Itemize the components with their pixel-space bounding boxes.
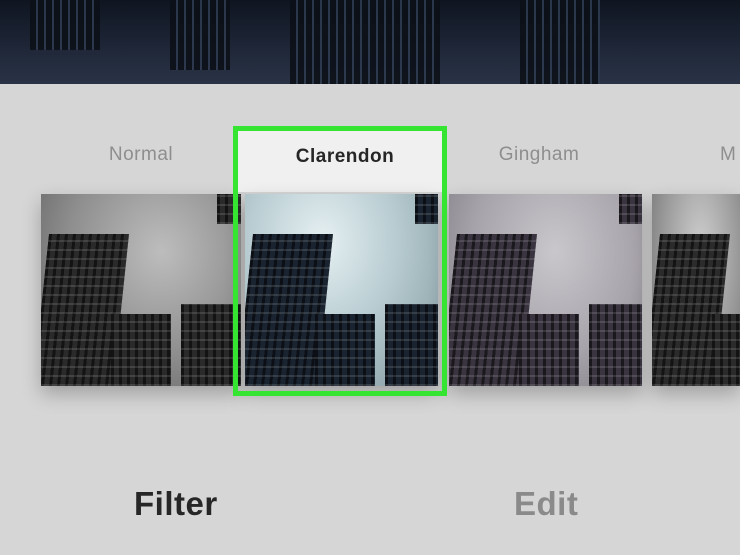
thumbnail-building: [415, 194, 438, 224]
thumbnail-building: [181, 304, 241, 386]
filter-partial[interactable]: M: [652, 84, 740, 386]
filter-thumbnail[interactable]: [41, 194, 241, 386]
photo-preview: [0, 0, 740, 84]
thumbnail-building: [385, 304, 438, 386]
filter-thumbnail[interactable]: [652, 194, 740, 386]
preview-building: [170, 0, 230, 70]
thumbnail-building: [217, 194, 241, 224]
filter-normal[interactable]: Normal: [41, 84, 241, 386]
filter-label: M: [720, 144, 737, 165]
filter-gingham[interactable]: Gingham: [449, 84, 649, 386]
bottom-tabs: Filter Edit: [0, 455, 740, 555]
filter-label: Normal: [108, 144, 174, 165]
filter-thumbnail[interactable]: [245, 194, 438, 386]
filter-tray: Normal Clarendon Gingham M: [0, 84, 740, 414]
thumbnail-building: [519, 314, 579, 386]
preview-building: [30, 0, 100, 50]
preview-building: [520, 0, 600, 84]
tab-filter[interactable]: Filter: [134, 485, 218, 523]
thumbnail-building: [712, 314, 740, 386]
filter-thumbnail[interactable]: [449, 194, 642, 386]
tab-edit[interactable]: Edit: [514, 485, 578, 523]
filter-label: Clarendon: [295, 146, 395, 167]
filter-clarendon[interactable]: Clarendon: [245, 84, 445, 386]
thumbnail-building: [315, 314, 375, 386]
preview-building: [290, 0, 440, 84]
thumbnail-building: [619, 194, 642, 224]
filter-label: Gingham: [498, 144, 580, 165]
thumbnail-building: [111, 314, 171, 386]
thumbnail-building: [589, 304, 642, 386]
